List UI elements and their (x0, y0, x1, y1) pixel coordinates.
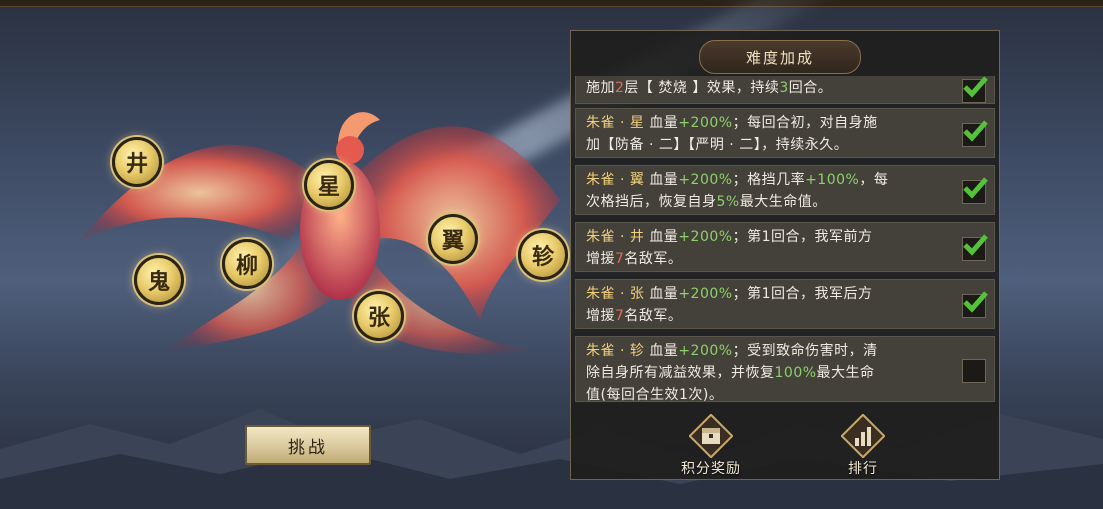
star-node-xing[interactable]: 星 (304, 160, 354, 210)
entry-text: 朱雀 · 张 血量+200%；第1回合，我军后方 增援7名敌军。 (586, 286, 873, 324)
entry-checkbox[interactable] (962, 359, 986, 383)
bonus-entry-yi: 朱雀 · 翼 血量+200%；格挡几率+100%，每 次格挡后，恢复自身5%最大… (575, 165, 995, 215)
checkmark-icon (963, 76, 988, 98)
star-node-zhang[interactable]: 张 (354, 291, 404, 341)
bonus-entry-zhen: 朱雀 · 轸 血量+200%；受到致命伤害时，清 除自身所有减益效果，并恢复10… (575, 336, 995, 402)
entry-text: 施加2层【 焚烧 】效果，持续3回合。 (586, 80, 833, 96)
checkmark-icon (963, 291, 988, 313)
star-node-zhen[interactable]: 轸 (518, 230, 568, 280)
entry-checkbox[interactable] (962, 120, 988, 147)
star-node-gui[interactable]: 鬼 (134, 255, 184, 305)
checkmark-icon (963, 120, 988, 142)
bonus-list[interactable]: 施加2层【 焚烧 】效果，持续3回合。 朱雀 · 星 血量+200%；每回合初，… (575, 76, 995, 402)
entry-text: 朱雀 · 翼 血量+200%；格挡几率+100%，每 次格挡后，恢复自身5%最大… (586, 172, 889, 210)
star-node-jing[interactable]: 井 (112, 137, 162, 187)
phoenix-illustration (80, 112, 560, 354)
treasure-chest-icon (689, 414, 733, 458)
difficulty-bonus-panel: 难度加成 施加2层【 焚烧 】效果，持续3回合。 朱雀 · 星 血量+200%；… (570, 30, 1000, 480)
entry-checkbox[interactable] (962, 177, 988, 204)
bonus-entry-jing: 朱雀 · 井 血量+200%；第1回合，我军前方 增援7名敌军。 (575, 222, 995, 272)
points-reward-label: 积分奖励 (681, 461, 741, 477)
top-bar (0, 0, 1103, 7)
entry-checkbox[interactable] (962, 234, 988, 261)
star-node-liu[interactable]: 柳 (222, 239, 272, 289)
star-node-yi[interactable]: 翼 (428, 214, 478, 264)
ranking-label: 排行 (848, 461, 878, 477)
bonus-entry-xing: 朱雀 · 星 血量+200%；每回合初，对自身施 加【防备 · 二】【严明 · … (575, 108, 995, 158)
checkmark-icon (963, 234, 988, 256)
panel-title: 难度加成 (699, 40, 861, 74)
entry-text: 朱雀 · 井 血量+200%；第1回合，我军前方 增援7名敌军。 (586, 229, 873, 267)
checkmark-icon (963, 177, 988, 199)
points-reward-button[interactable]: 积分奖励 (681, 414, 741, 478)
entry-text: 朱雀 · 轸 血量+200%；受到致命伤害时，清 除自身所有减益效果，并恢复10… (586, 343, 878, 402)
challenge-button[interactable]: 挑战 (245, 425, 371, 465)
entry-text: 朱雀 · 星 血量+200%；每回合初，对自身施 加【防备 · 二】【严明 · … (586, 115, 878, 153)
entry-checkbox[interactable] (962, 76, 988, 103)
ranking-bars-icon (841, 414, 885, 458)
entry-checkbox[interactable] (962, 291, 988, 318)
bonus-entry-partial: 施加2层【 焚烧 】效果，持续3回合。 (575, 76, 995, 104)
bonus-entry-zhang: 朱雀 · 张 血量+200%；第1回合，我军后方 增援7名敌军。 (575, 279, 995, 329)
ranking-button[interactable]: 排行 (841, 414, 885, 478)
